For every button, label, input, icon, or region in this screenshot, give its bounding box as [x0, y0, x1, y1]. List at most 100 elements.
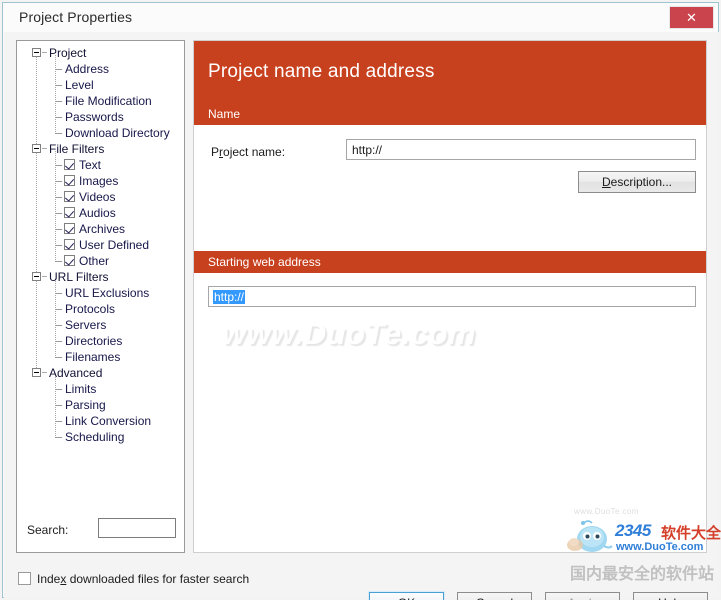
- tree-item-label: Limits: [65, 382, 97, 396]
- section-header-address: Starting web address: [194, 251, 706, 273]
- tree-item-link-conversion[interactable]: Link Conversion: [17, 413, 184, 429]
- tree-item-other[interactable]: Other: [17, 253, 184, 269]
- tree-branch-tick: [55, 101, 62, 102]
- tree-checkbox-archives[interactable]: [64, 223, 75, 234]
- index-downloaded-files-label: Index downloaded files for faster search: [37, 572, 250, 586]
- tree-item-label: Directories: [65, 334, 123, 348]
- tree-item-label: User Defined: [79, 238, 150, 252]
- close-button[interactable]: ✕: [669, 6, 714, 29]
- tree-item-scheduling[interactable]: Scheduling: [17, 429, 184, 445]
- starting-web-address-input[interactable]: http://: [208, 286, 696, 307]
- tree-search-row: Search:: [17, 510, 184, 552]
- tree-branch-tick: [55, 197, 62, 198]
- project-name-input[interactable]: [346, 139, 696, 160]
- tree-item-label: Address: [65, 62, 110, 76]
- tree-branch-tick: [55, 261, 62, 262]
- tree-item-advanced[interactable]: Advanced: [17, 365, 184, 381]
- tree-branch-tick: [55, 229, 62, 230]
- ok-button[interactable]: OK: [368, 591, 445, 600]
- cancel-button[interactable]: Cancel: [457, 592, 532, 600]
- index-downloaded-files-checkbox[interactable]: [18, 572, 31, 585]
- tree-item-url-exclusions[interactable]: URL Exclusions: [17, 285, 184, 301]
- tree-item-limits[interactable]: Limits: [17, 381, 184, 397]
- tree-item-filenames[interactable]: Filenames: [17, 349, 184, 365]
- tree-item-label: Advanced: [49, 366, 103, 380]
- content-panel: Project name and address Name Project na…: [193, 40, 707, 553]
- tree-expander-icon[interactable]: [32, 272, 41, 281]
- tree-item-directories[interactable]: Directories: [17, 333, 184, 349]
- tree-item-label: Archives: [79, 222, 126, 236]
- title-bar: Project Properties ✕: [3, 3, 718, 32]
- tree-item-label: Videos: [79, 190, 116, 204]
- tree-item-label: Protocols: [65, 302, 116, 316]
- tree-branch-tick: [55, 325, 62, 326]
- help-button: Help: [633, 592, 708, 600]
- tree-branch-tick: [55, 117, 62, 118]
- tree-stub: [42, 148, 47, 149]
- address-selected-text: http://: [213, 290, 246, 304]
- tree-item-protocols[interactable]: Protocols: [17, 301, 184, 317]
- tree-branch-tick: [55, 181, 62, 182]
- tree-item-label: Passwords: [65, 110, 124, 124]
- tree-item-label: Other: [79, 254, 110, 268]
- navigation-tree-scroll[interactable]: Project Address Level File Modification Pass…: [17, 41, 184, 510]
- tree-branch-tick: [55, 389, 62, 390]
- tree-item-label: Audios: [79, 206, 116, 220]
- watermark-center-text: www.DuoTe.com: [222, 316, 476, 351]
- section-header-name: Name: [194, 103, 706, 125]
- tree-branch-tick: [55, 437, 62, 438]
- tree-item-label: Text: [79, 158, 102, 172]
- tree-item-file-modification[interactable]: File Modification: [17, 93, 184, 109]
- tree-item-passwords[interactable]: Passwords: [17, 109, 184, 125]
- apply-button: Apply: [545, 592, 620, 600]
- tree-item-label: Project: [49, 46, 87, 60]
- tree-branch-tick: [55, 133, 62, 134]
- tree-item-url-filters[interactable]: URL Filters: [17, 269, 184, 285]
- tree-item-address[interactable]: Address: [17, 61, 184, 77]
- tree-expander-icon[interactable]: [32, 368, 41, 377]
- section-header-address-label: Starting web address: [208, 255, 321, 269]
- tree-item-label: File Modification: [65, 94, 152, 108]
- tree-expander-icon[interactable]: [32, 48, 41, 57]
- tree-item-level[interactable]: Level: [17, 77, 184, 93]
- tree-branch-tick: [55, 341, 62, 342]
- tree-checkbox-text[interactable]: [64, 159, 75, 170]
- tree-item-archives[interactable]: Archives: [17, 221, 184, 237]
- tree-branch-tick: [55, 293, 62, 294]
- tree-checkbox-videos[interactable]: [64, 191, 75, 202]
- tree-checkbox-images[interactable]: [64, 175, 75, 186]
- tree-item-images[interactable]: Images: [17, 173, 184, 189]
- tree-item-label: Download Directory: [65, 126, 170, 140]
- window-frame: Project Properties ✕ Project Address Level…: [2, 2, 719, 600]
- tree-branch-tick: [55, 85, 62, 86]
- tree-branch-tick: [55, 309, 62, 310]
- tree-item-label: Servers: [65, 318, 107, 332]
- tree-item-label: Level: [65, 78, 94, 92]
- tree-item-label: URL Exclusions: [65, 286, 150, 300]
- window-title: Project Properties: [19, 9, 133, 25]
- tree-item-user-defined[interactable]: User Defined: [17, 237, 184, 253]
- tree-branch-tick: [55, 165, 62, 166]
- tree-stub: [42, 52, 47, 53]
- search-label: Search:: [27, 523, 69, 537]
- tree-item-videos[interactable]: Videos: [17, 189, 184, 205]
- tree-item-parsing[interactable]: Parsing: [17, 397, 184, 413]
- project-name-label: Project name:: [211, 145, 286, 159]
- tree-item-label: Filenames: [65, 350, 121, 364]
- tree-item-download-directory[interactable]: Download Directory: [17, 125, 184, 141]
- tree-item-audios[interactable]: Audios: [17, 205, 184, 221]
- tree-checkbox-audios[interactable]: [64, 207, 75, 218]
- tree-expander-icon[interactable]: [32, 144, 41, 153]
- tree-checkbox-user-defined[interactable]: [64, 239, 75, 250]
- search-input[interactable]: [98, 518, 176, 538]
- tree-branch-tick: [55, 245, 62, 246]
- tree-item-label: Parsing: [65, 398, 106, 412]
- tree-branch-tick: [55, 213, 62, 214]
- tree-checkbox-other[interactable]: [64, 255, 75, 266]
- tree-branch-tick: [55, 421, 62, 422]
- tree-item-file-filters[interactable]: File Filters: [17, 141, 184, 157]
- tree-item-text[interactable]: Text: [17, 157, 184, 173]
- tree-item-project[interactable]: Project: [17, 45, 184, 61]
- description-button[interactable]: Description...: [578, 171, 696, 193]
- tree-item-servers[interactable]: Servers: [17, 317, 184, 333]
